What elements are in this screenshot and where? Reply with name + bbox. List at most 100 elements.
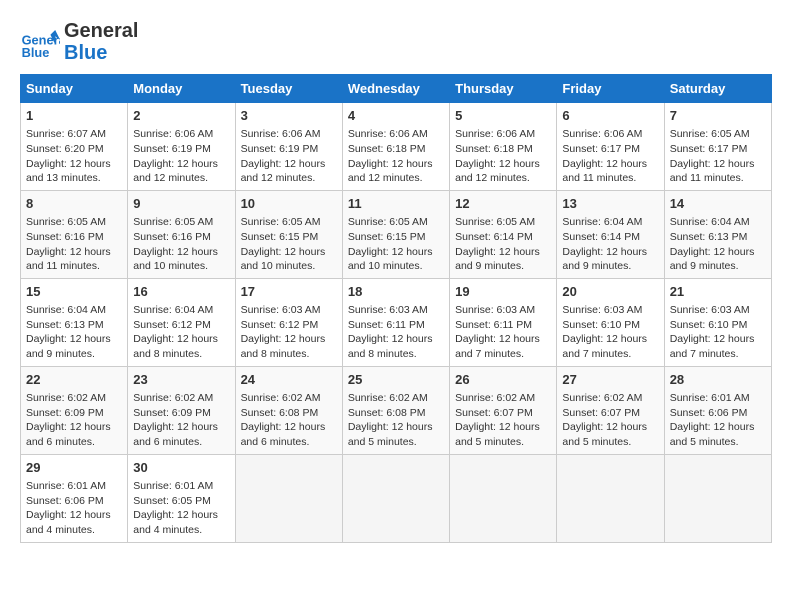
day-number: 13 — [562, 195, 658, 213]
day-info: Sunset: 6:12 PM — [133, 318, 229, 333]
calendar-cell: 15Sunrise: 6:04 AMSunset: 6:13 PMDayligh… — [21, 278, 128, 366]
day-info: Sunrise: 6:07 AM — [26, 127, 122, 142]
day-info: Sunrise: 6:02 AM — [26, 391, 122, 406]
day-info: and 13 minutes. — [26, 171, 122, 186]
day-info: Sunrise: 6:04 AM — [133, 303, 229, 318]
day-info: Sunset: 6:12 PM — [241, 318, 337, 333]
day-number: 7 — [670, 107, 766, 125]
day-info: Daylight: 12 hours — [241, 245, 337, 260]
calendar-table: SundayMondayTuesdayWednesdayThursdayFrid… — [20, 74, 772, 543]
day-info: Sunrise: 6:02 AM — [241, 391, 337, 406]
day-number: 27 — [562, 371, 658, 389]
day-info: Daylight: 12 hours — [348, 420, 444, 435]
day-info: and 10 minutes. — [348, 259, 444, 274]
day-info: Sunset: 6:09 PM — [26, 406, 122, 421]
day-info: and 7 minutes. — [562, 347, 658, 362]
day-info: and 12 minutes. — [455, 171, 551, 186]
day-info: Sunrise: 6:06 AM — [348, 127, 444, 142]
day-number: 19 — [455, 283, 551, 301]
day-info: and 12 minutes. — [348, 171, 444, 186]
day-info: Sunrise: 6:02 AM — [348, 391, 444, 406]
calendar-week-row: 22Sunrise: 6:02 AMSunset: 6:09 PMDayligh… — [21, 366, 772, 454]
calendar-cell: 19 Sunrise: 6:03 AMSunset: 6:11 PMDayligh… — [450, 278, 557, 366]
weekday-header: Sunday — [21, 75, 128, 103]
day-info: Sunrise: 6:05 AM — [241, 215, 337, 230]
day-info: and 5 minutes. — [455, 435, 551, 450]
day-info: Sunset: 6:17 PM — [670, 142, 766, 157]
day-info: Sunrise: 6:05 AM — [670, 127, 766, 142]
day-info: Daylight: 12 hours — [562, 420, 658, 435]
day-info: Daylight: 12 hours — [133, 245, 229, 260]
day-info: and 4 minutes. — [26, 523, 122, 538]
day-info: Sunset: 6:11 PM — [348, 318, 444, 333]
day-info: Sunrise: 6:02 AM — [133, 391, 229, 406]
day-info: Sunset: 6:10 PM — [562, 318, 658, 333]
day-info: Sunset: 6:07 PM — [455, 406, 551, 421]
day-info: and 4 minutes. — [133, 523, 229, 538]
day-number: 20 — [562, 283, 658, 301]
weekday-header: Wednesday — [342, 75, 449, 103]
day-info: Sunset: 6:11 PM — [455, 318, 551, 333]
page-header: General Blue General Blue — [20, 20, 772, 64]
day-info: Sunrise: 6:01 AM — [26, 479, 122, 494]
day-info: Sunset: 6:16 PM — [133, 230, 229, 245]
calendar-cell: 12Sunrise: 6:05 AMSunset: 6:14 PMDayligh… — [450, 190, 557, 278]
day-info: Daylight: 12 hours — [562, 332, 658, 347]
calendar-cell: 4Sunrise: 6:06 AMSunset: 6:18 PMDaylight… — [342, 103, 449, 191]
day-number: 16 — [133, 283, 229, 301]
day-info: Sunrise: 6:03 AM — [670, 303, 766, 318]
calendar-cell: 27Sunrise: 6:02 AMSunset: 6:07 PMDayligh… — [557, 366, 664, 454]
day-info: Daylight: 12 hours — [670, 332, 766, 347]
day-info: Sunrise: 6:05 AM — [455, 215, 551, 230]
calendar-cell — [557, 454, 664, 542]
day-info: Daylight: 12 hours — [26, 332, 122, 347]
day-info: Sunrise: 6:05 AM — [26, 215, 122, 230]
day-info: Sunset: 6:14 PM — [562, 230, 658, 245]
day-info: Sunset: 6:15 PM — [348, 230, 444, 245]
day-info: Daylight: 12 hours — [133, 420, 229, 435]
day-info: Daylight: 12 hours — [26, 508, 122, 523]
logo: General Blue General Blue — [20, 20, 138, 64]
calendar-week-row: 1 Sunrise: 6:07 AMSunset: 6:20 PM Daylight… — [21, 103, 772, 191]
day-info: Daylight: 12 hours — [455, 245, 551, 260]
day-info: Sunrise: 6:03 AM — [455, 303, 551, 318]
day-info: Sunrise: 6:06 AM — [455, 127, 551, 142]
day-info: and 11 minutes. — [562, 171, 658, 186]
day-number: 3 — [241, 107, 337, 125]
day-info: Daylight: 12 hours — [670, 157, 766, 172]
calendar-cell: 16Sunrise: 6:04 AMSunset: 6:12 PMDayligh… — [128, 278, 235, 366]
day-number: 21 — [670, 283, 766, 301]
day-number: 12 — [455, 195, 551, 213]
day-number: 2 — [133, 107, 229, 125]
day-number: 9 — [133, 195, 229, 213]
day-number: 25 — [348, 371, 444, 389]
day-number: 23 — [133, 371, 229, 389]
day-number: 14 — [670, 195, 766, 213]
day-info: and 6 minutes. — [133, 435, 229, 450]
day-info: and 5 minutes. — [562, 435, 658, 450]
day-info: Daylight: 12 hours — [670, 420, 766, 435]
day-number: 4 — [348, 107, 444, 125]
calendar-cell: 11Sunrise: 6:05 AMSunset: 6:15 PMDayligh… — [342, 190, 449, 278]
calendar-cell: 22Sunrise: 6:02 AMSunset: 6:09 PMDayligh… — [21, 366, 128, 454]
day-info: Daylight: 12 hours — [133, 157, 229, 172]
day-info: Sunset: 6:06 PM — [670, 406, 766, 421]
day-info: Daylight: 12 hours — [455, 157, 551, 172]
calendar-cell: 5Sunrise: 6:06 AMSunset: 6:18 PMDaylight… — [450, 103, 557, 191]
weekday-header: Friday — [557, 75, 664, 103]
day-number: 24 — [241, 371, 337, 389]
calendar-cell: 24Sunrise: 6:02 AMSunset: 6:08 PMDayligh… — [235, 366, 342, 454]
day-number: 1 — [26, 107, 122, 125]
day-info: and 10 minutes. — [133, 259, 229, 274]
day-info: Sunrise: 6:02 AM — [455, 391, 551, 406]
day-info: Daylight: 12 hours — [26, 420, 122, 435]
day-info: Daylight: 12 hours — [455, 332, 551, 347]
day-info: Sunset: 6:08 PM — [241, 406, 337, 421]
day-info: Sunset: 6:20 PM — [26, 142, 122, 157]
day-info: and 9 minutes. — [26, 347, 122, 362]
day-number: 17 — [241, 283, 337, 301]
calendar-cell: 26Sunrise: 6:02 AMSunset: 6:07 PMDayligh… — [450, 366, 557, 454]
day-info: and 6 minutes. — [241, 435, 337, 450]
day-number: 15 — [26, 283, 122, 301]
day-info: Sunrise: 6:02 AM — [562, 391, 658, 406]
